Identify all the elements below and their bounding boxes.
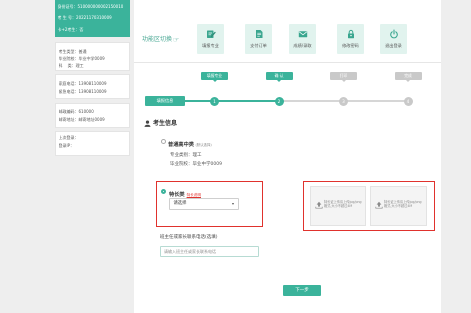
field-value: 20221170310009 xyxy=(76,15,112,20)
nav-tile-change-password[interactable]: 修改密码 xyxy=(337,24,364,54)
field-label: 考 生 号： xyxy=(57,15,77,20)
specialty-radio[interactable] xyxy=(161,188,166,194)
nav-tile-label: 支付订单 xyxy=(250,43,267,48)
address-card: 邮政编码：610000 邮寄地址：邮寄地址0009 xyxy=(55,103,130,128)
field-label: 家庭电话： xyxy=(58,81,79,86)
mailing-address-row: 邮寄地址：邮寄地址0009 xyxy=(59,116,130,124)
step-label-print: 打印 xyxy=(330,72,357,82)
field-value: 否 xyxy=(79,26,84,32)
nav-tile-pay-order[interactable]: 支付订单 xyxy=(245,24,272,54)
field-value: 610000 xyxy=(78,109,94,114)
candidate-type-row: 考生类型：普通 xyxy=(59,48,130,55)
certificate-upload-2[interactable]: 特长证上传请上传jpg/png格式,大小不超过4M xyxy=(370,186,427,226)
step-marker-3: 3 xyxy=(339,96,348,106)
option-label: 普通高中类 xyxy=(168,142,194,148)
next-step-button[interactable]: 下一步 xyxy=(283,285,321,296)
nav-tile-logout[interactable]: 退出登录 xyxy=(380,24,407,54)
step-label-confirm: 确 认 xyxy=(265,72,293,82)
contact-phone-input[interactable] xyxy=(160,246,259,257)
nav-tile-label: 成绩/录取 xyxy=(293,43,312,48)
lock-icon xyxy=(347,29,354,39)
document-icon xyxy=(255,30,262,38)
section-title: 考生信息 xyxy=(153,119,178,127)
graduate-school-row: 毕业院校：毕业中学0009 xyxy=(170,161,222,168)
upload-icon xyxy=(314,201,323,209)
login-ip-row: 登录IP： xyxy=(59,142,130,150)
chevron-down-icon xyxy=(232,203,234,205)
step-marker-1: 1 xyxy=(210,96,219,106)
last-login-row: 上次登录： xyxy=(59,134,130,142)
field-value: 理工 xyxy=(192,152,202,158)
user-icon xyxy=(144,120,151,127)
upload-hint: 特长证上传请上传jpg/png格式,大小不超过4M xyxy=(384,199,422,209)
certificate-upload-1[interactable]: 特长证上传请上传jpg/png格式,大小不超过4M xyxy=(310,186,366,226)
home-phone-row: 家庭电话：13908110009 xyxy=(59,80,130,88)
school-row: 毕业院校：毕业中学0009 xyxy=(59,55,130,62)
function-switch-title: 功能区切换 xyxy=(142,36,173,43)
postal-code-row: 邮政编码：610000 xyxy=(59,108,130,116)
field-label: 邮政编码： xyxy=(58,109,79,114)
step-label-complete: 完成 xyxy=(394,72,422,82)
field-value: 13908110009 xyxy=(78,89,107,94)
nav-tile-label: 退出登录 xyxy=(385,43,402,48)
education-card: 考生类型：普通 毕业院校：毕业中学0009 科 类：理工 xyxy=(55,42,130,71)
power-icon xyxy=(389,29,398,39)
regular-school-option: 普通高中类 (默认选择) xyxy=(168,137,212,149)
nav-tile-fill-major[interactable]: 填报专业 xyxy=(197,24,224,54)
field-label: 登录IP： xyxy=(58,143,75,148)
regular-school-radio[interactable] xyxy=(160,138,166,144)
phone-card: 家庭电话：13908110009 紧急电话：13908110009 xyxy=(55,74,130,99)
upload-hint: 特长证上传请上传jpg/png格式,大小不超过4M xyxy=(324,199,362,209)
specialty-info-link[interactable]: 特长说明 xyxy=(187,193,201,197)
progress-tab: 填报信息 xyxy=(145,96,185,106)
nav-tile-label: 填报专业 xyxy=(202,43,219,48)
contact-phone-label: 班主任或家长联系电话(选填) xyxy=(160,235,218,240)
subject-category-row: 科 类：理工 xyxy=(59,62,130,69)
registration-page: 身份证号：510000000002150010 考 生 号：2022117031… xyxy=(0,0,471,313)
field-value: 毕业中学0009 xyxy=(78,55,105,61)
login-info-card: 上次登录： 登录IP： xyxy=(55,131,130,156)
specialty-select[interactable]: 请选择 xyxy=(169,198,239,210)
field-value: 邮寄地址0009 xyxy=(78,117,105,122)
nav-tile-label: 修改密码 xyxy=(342,43,359,48)
field-label: 邮寄地址： xyxy=(58,117,79,122)
header-divider xyxy=(134,62,441,63)
program-type-row: 卡+2考生：否 xyxy=(58,24,131,36)
step-marker-4: 4 xyxy=(403,96,413,106)
nav-tile-scores-admission[interactable]: 成绩/录取 xyxy=(289,24,316,54)
step-label-fill-major: 填报专业 xyxy=(201,72,228,82)
id-number-row: 身份证号：510000000002150010 xyxy=(58,1,131,13)
envelope-icon xyxy=(298,31,307,38)
candidate-summary: 身份证号：510000000002150010 考 生 号：2022117031… xyxy=(55,0,130,37)
edit-icon xyxy=(206,30,216,38)
field-value: 毕业中学0009 xyxy=(192,161,222,167)
progress-track-done xyxy=(185,100,279,102)
step-marker-2: 2 xyxy=(274,96,284,106)
field-label: 卡+2考生： xyxy=(57,26,80,32)
field-value: 510000000002150010 xyxy=(77,3,124,9)
field-value: 13908110009 xyxy=(78,81,107,86)
field-label: 考生类型： xyxy=(58,48,79,54)
field-label: 毕业院校： xyxy=(170,161,193,167)
select-value: 请选择 xyxy=(173,201,187,206)
field-value: 普通 xyxy=(78,48,87,54)
field-label: 身份证号： xyxy=(57,3,78,9)
emergency-phone-row: 紧急电话：13908110009 xyxy=(59,88,130,96)
field-label: 科 类： xyxy=(58,62,76,68)
major-category-row: 专业类别：理工 xyxy=(170,152,202,159)
field-label: 上次登录： xyxy=(58,135,79,140)
option-note: (默认选择) xyxy=(195,143,212,147)
field-label: 专业类别： xyxy=(170,152,193,158)
pointing-hand-icon xyxy=(173,36,179,44)
field-label: 毕业院校： xyxy=(58,55,79,61)
exam-number-row: 考 生 号：20221170310009 xyxy=(58,12,131,24)
field-value: 理工 xyxy=(75,62,84,68)
upload-icon xyxy=(374,201,383,209)
field-label: 紧急电话： xyxy=(58,89,79,94)
